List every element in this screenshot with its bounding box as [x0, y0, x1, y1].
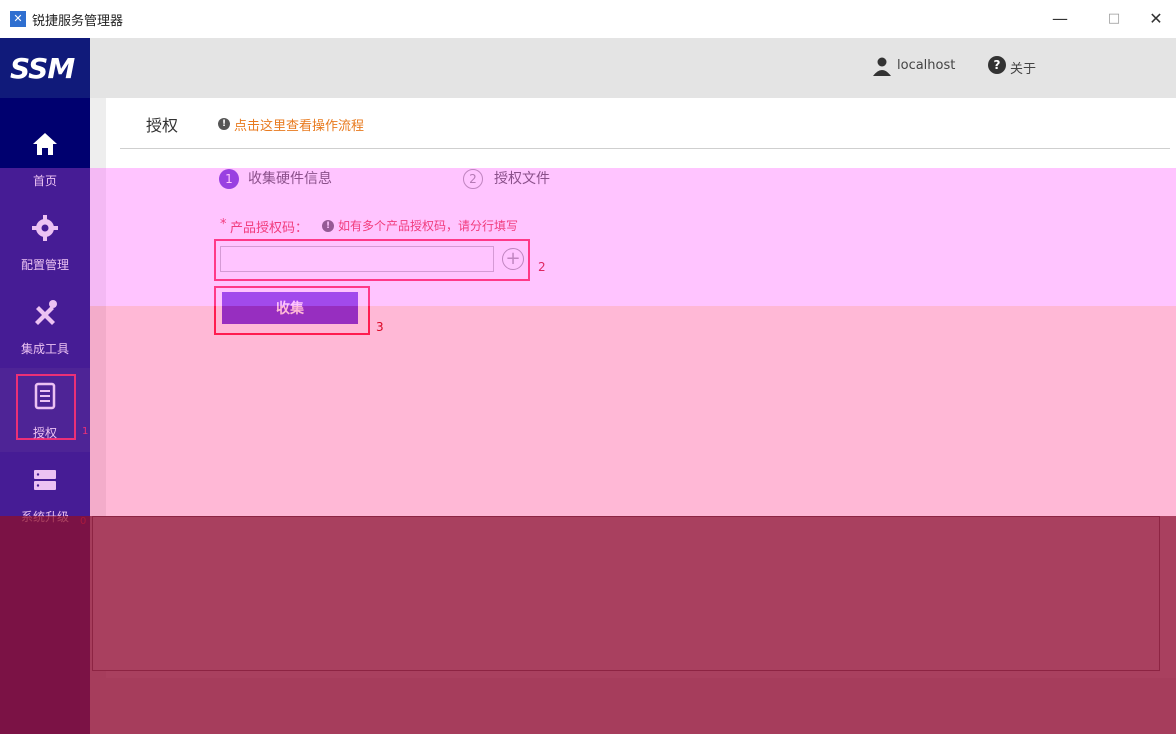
sidebar-item-label: 系统升级 — [20, 510, 69, 524]
step-2-label[interactable]: 授权文件 — [494, 168, 550, 188]
home-icon — [0, 130, 90, 165]
help-flow-link[interactable]: 点击这里查看操作流程 — [234, 115, 364, 134]
tools-icon — [0, 298, 90, 333]
sidebar-item-config[interactable]: 配置管理 — [0, 200, 90, 284]
sidebar-item-label: 配置管理 — [20, 258, 69, 272]
close-button[interactable]: ✕ — [1136, 6, 1176, 32]
sidebar-item-license[interactable]: 授权 1 — [0, 368, 90, 452]
annotation-mark: 0 — [80, 516, 87, 527]
required-mark: * — [220, 217, 227, 232]
info-icon: ! — [322, 220, 334, 232]
sidebar-item-label: 集成工具 — [20, 342, 69, 356]
user-name[interactable]: localhost — [897, 58, 955, 73]
title-bar: ✕ 锐捷服务管理器 — □ ✕ — [0, 0, 1176, 38]
annotation-mark: 2 — [538, 260, 546, 274]
collect-button[interactable]: 收集 — [222, 292, 358, 324]
app-logo-icon: ✕ — [10, 11, 26, 27]
user-icon — [872, 56, 892, 76]
license-code-hint: 如有多个产品授权码，请分行填写 — [338, 219, 519, 233]
output-area — [92, 516, 1160, 671]
about-link[interactable]: 关于 — [1010, 58, 1036, 77]
info-icon: ! — [218, 118, 230, 130]
sidebar-item-home[interactable]: 首页 — [0, 116, 90, 200]
step-1-label[interactable]: 收集硬件信息 — [248, 168, 332, 188]
logo: SSM — [0, 38, 90, 98]
sidebar: SSM 首页 配置管理 集成工具 授权 1 系统升级 0 — [0, 38, 90, 734]
logo-text: SSM — [10, 52, 75, 85]
license-icon — [0, 382, 90, 417]
annotation-mark: 3 — [376, 320, 384, 334]
minimize-button[interactable]: — — [1040, 6, 1080, 32]
sidebar-item-label: 首页 — [32, 174, 57, 188]
divider — [120, 148, 1170, 149]
top-header: localhost ? 关于 — [90, 38, 1176, 98]
gear-icon — [0, 214, 90, 249]
step-2-number: 2 — [463, 169, 483, 189]
sidebar-item-upgrade[interactable]: 系统升级 0 — [0, 452, 90, 536]
license-code-input[interactable] — [220, 246, 494, 272]
server-icon — [0, 466, 90, 501]
maximize-button[interactable]: □ — [1094, 6, 1134, 32]
license-code-label: 产品授权码： — [230, 221, 309, 236]
page-title: 授权 — [146, 116, 179, 135]
app-window: ✕ 锐捷服务管理器 — □ ✕ SSM 首页 配置管理 集成工具 授权 1 系统… — [0, 0, 1176, 734]
annotation-mark: 1 — [82, 426, 89, 437]
window-title: 锐捷服务管理器 — [32, 14, 124, 29]
add-code-button[interactable]: + — [502, 248, 524, 270]
help-icon: ? — [988, 56, 1006, 74]
sidebar-item-tools[interactable]: 集成工具 — [0, 284, 90, 368]
sidebar-item-label: 授权 — [32, 426, 57, 440]
step-1-number: 1 — [219, 169, 239, 189]
